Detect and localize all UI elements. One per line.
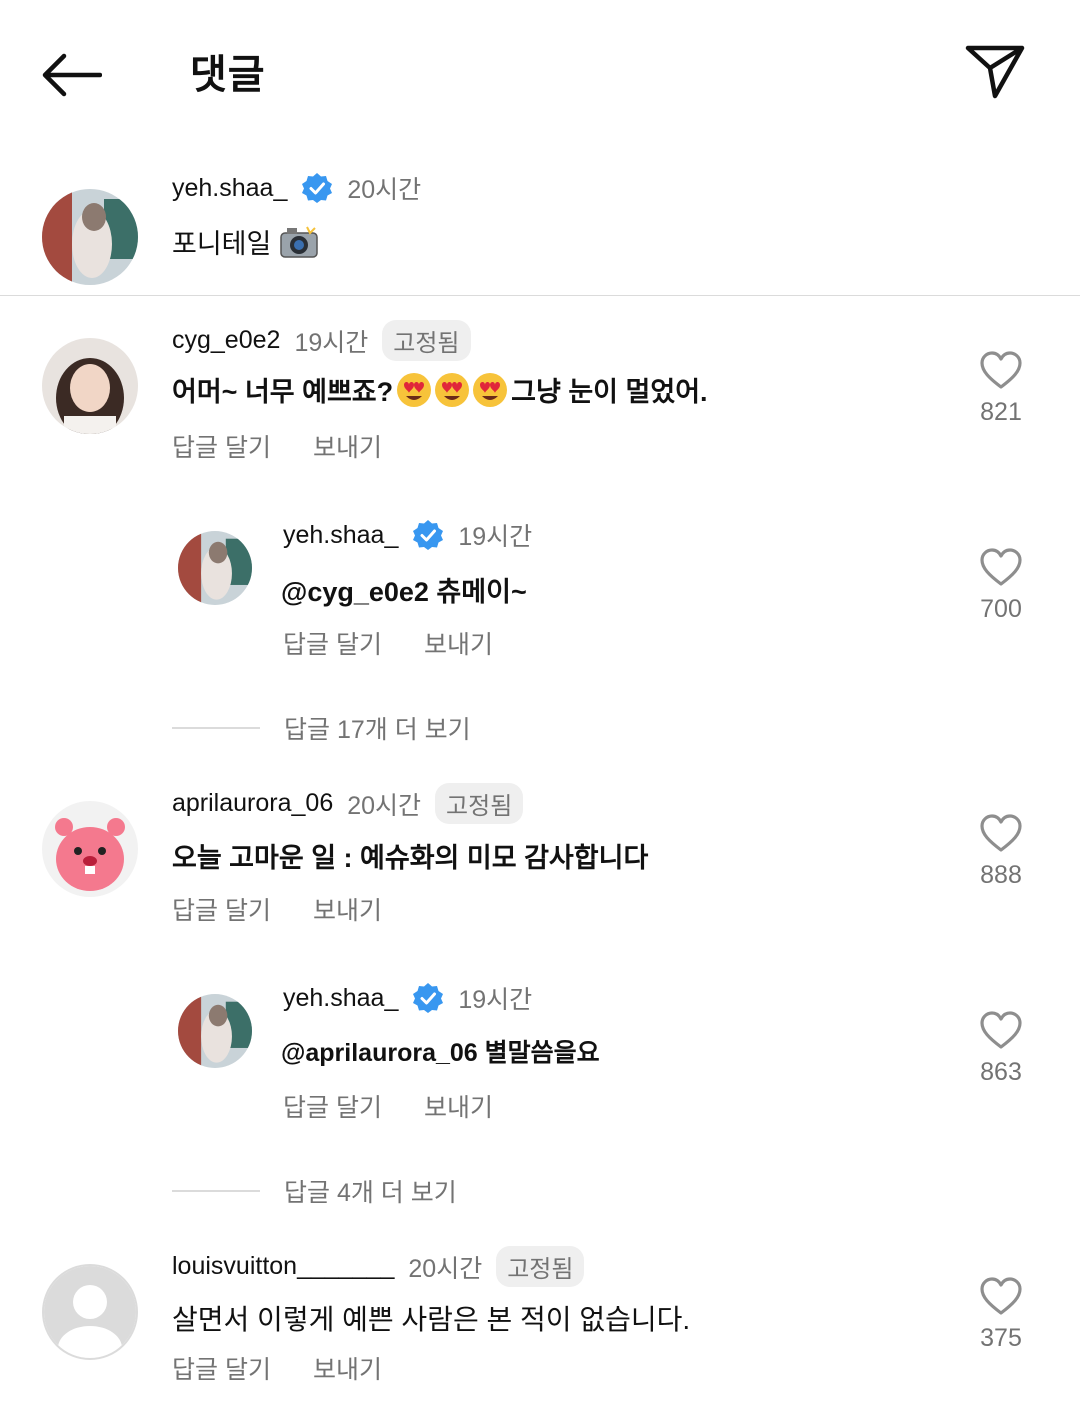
like-count: 700 <box>980 595 1022 623</box>
reply-button[interactable]: 답글 달기 <box>283 625 382 661</box>
send-button[interactable]: 보내기 <box>313 1350 382 1386</box>
avatar[interactable] <box>178 531 252 605</box>
send-button[interactable]: 보내기 <box>424 625 493 661</box>
avatar[interactable] <box>42 801 138 897</box>
reply-time: 19시간 <box>458 523 533 551</box>
profile-photo <box>42 338 138 434</box>
comment-username[interactable]: cyg_e0e2 <box>172 326 280 355</box>
view-more-replies[interactable]: 답글 4개 더 보기 <box>172 1173 457 1209</box>
view-more-replies[interactable]: 답글 17개 더 보기 <box>172 710 471 746</box>
camera-flash-icon <box>280 226 319 258</box>
profile-photo <box>42 801 138 897</box>
comment-text: 오늘 고마운 일 : 예슈화의 미모 감사합니다 <box>172 843 649 873</box>
heart-icon <box>980 1011 1022 1049</box>
avatar[interactable] <box>42 1264 138 1360</box>
like-button[interactable]: 888 <box>971 813 1031 890</box>
heart-eyes-face-icon <box>395 372 509 408</box>
avatar[interactable] <box>178 994 252 1068</box>
paper-plane-icon <box>965 45 1025 99</box>
heart-icon <box>980 814 1022 852</box>
heart-icon <box>980 351 1022 389</box>
comment-text: 살면서 이렇게 예쁜 사람은 본 적이 없습니다. <box>172 1304 691 1335</box>
pinned-badge: 고정됨 <box>382 320 471 361</box>
verified-badge-icon <box>413 520 444 550</box>
reply-username[interactable]: yeh.shaa_ <box>283 521 398 550</box>
pinned-badge: 고정됨 <box>496 1246 585 1287</box>
profile-photo <box>178 531 252 605</box>
reply-button[interactable]: 답글 달기 <box>172 891 271 927</box>
reply-button[interactable]: 답글 달기 <box>172 428 271 464</box>
back-button[interactable] <box>40 46 108 104</box>
view-more-replies-label: 답글 17개 더 보기 <box>284 716 471 744</box>
reply-time: 19시간 <box>458 986 533 1014</box>
like-button[interactable]: 700 <box>971 547 1031 624</box>
default-avatar-icon <box>44 1266 136 1358</box>
reply-text: @cyg_e0e2 츄메이~ <box>281 577 527 607</box>
caption-text: 포니테일 <box>172 229 272 259</box>
like-button[interactable]: 375 <box>971 1276 1031 1353</box>
comment-username[interactable]: louisvuitton_______ <box>172 1252 394 1281</box>
reply-text: @aprilaurora_06 별말씀을요 <box>281 1039 600 1067</box>
arrow-left-icon <box>42 53 102 97</box>
verified-badge-icon <box>302 173 333 203</box>
caption-username[interactable]: yeh.shaa_ <box>172 174 287 203</box>
pinned-badge: 고정됨 <box>435 783 524 824</box>
like-count: 375 <box>980 1324 1022 1352</box>
comment-username[interactable]: aprilaurora_06 <box>172 789 333 818</box>
comment-text: 어머~ 너무 예쁘죠? <box>172 377 394 407</box>
profile-photo <box>178 994 252 1068</box>
heart-icon <box>980 1277 1022 1315</box>
verified-badge-icon <box>413 983 444 1013</box>
like-button[interactable]: 821 <box>971 350 1031 427</box>
like-count: 888 <box>980 861 1022 889</box>
avatar[interactable] <box>42 189 138 285</box>
send-button[interactable]: 보내기 <box>313 428 382 464</box>
heart-icon <box>980 548 1022 586</box>
caption-divider <box>0 295 1080 296</box>
replies-divider <box>172 1190 260 1192</box>
comment-time: 20시간 <box>408 1254 483 1283</box>
reply-button[interactable]: 답글 달기 <box>172 1350 271 1386</box>
avatar[interactable] <box>42 338 138 434</box>
send-button[interactable]: 보내기 <box>424 1088 493 1124</box>
share-button[interactable] <box>964 42 1030 104</box>
like-button[interactable]: 863 <box>971 1010 1031 1087</box>
comment-time: 19시간 <box>294 328 369 357</box>
like-count: 821 <box>980 398 1022 426</box>
comment-text-continued: 그냥 눈이 멀었어. <box>511 377 708 407</box>
page-title: 댓글 <box>190 53 266 97</box>
caption-time: 20시간 <box>347 176 422 204</box>
reply-username[interactable]: yeh.shaa_ <box>283 984 398 1013</box>
like-count: 863 <box>980 1058 1022 1086</box>
send-button[interactable]: 보내기 <box>313 891 382 927</box>
replies-divider <box>172 727 260 729</box>
view-more-replies-label: 답글 4개 더 보기 <box>284 1179 457 1207</box>
comment-time: 20시간 <box>347 791 422 820</box>
reply-button[interactable]: 답글 달기 <box>283 1088 382 1124</box>
profile-photo <box>42 189 138 285</box>
